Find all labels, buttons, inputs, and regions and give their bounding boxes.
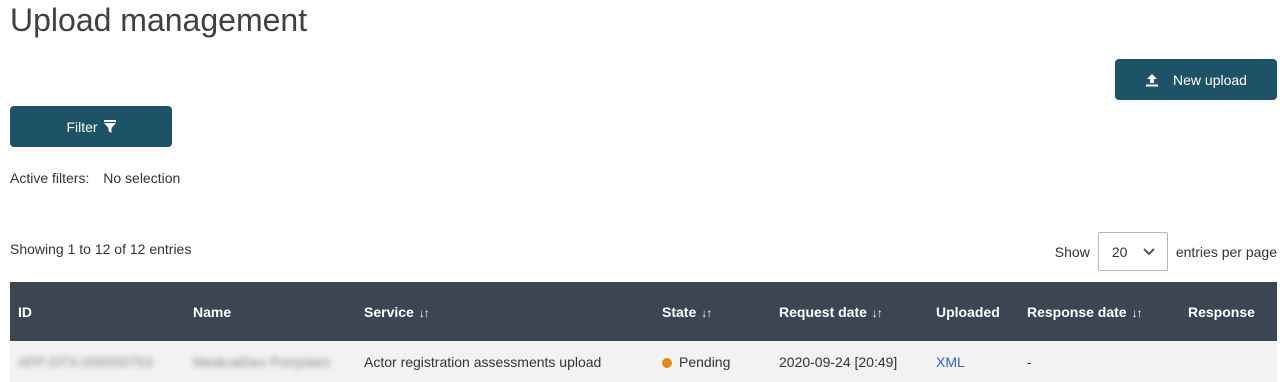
column-header-id: ID — [18, 303, 32, 320]
filter-button[interactable]: Filter — [10, 106, 172, 147]
cell-request-date: 2020-09-24 [20:49] — [779, 353, 898, 370]
active-filters: Active filters: No selection — [10, 170, 180, 186]
chevron-down-icon — [1143, 247, 1155, 255]
upload-icon — [1146, 73, 1159, 86]
column-header-state[interactable]: State ↓↑ — [654, 282, 771, 341]
cell-uploaded: XML — [928, 341, 1019, 382]
state-label: Pending — [679, 353, 731, 370]
cell-name: MedicalDev Portydam — [193, 353, 330, 370]
active-filters-label: Active filters: — [10, 170, 90, 186]
cell-service: Actor registration assessments upload — [364, 353, 602, 370]
column-header-request-date[interactable]: Request date ↓↑ — [771, 282, 928, 341]
column-header-response-date[interactable]: Response date ↓↑ — [1019, 282, 1180, 341]
entries-summary: Showing 1 to 12 of 12 entries — [10, 241, 192, 257]
page-size-value: 20 — [1111, 243, 1128, 260]
uploaded-xml-link[interactable]: XML — [936, 354, 965, 370]
column-header-service[interactable]: Service ↓↑ — [356, 282, 654, 341]
sort-icon[interactable]: ↓↑ — [701, 306, 712, 320]
table-row[interactable]: AFP-DTX-000000753 MedicalDev Portydam Ac… — [10, 341, 1277, 382]
page-title: Upload management — [10, 2, 308, 38]
page-size-control: Show 20 entries per page — [1055, 231, 1277, 272]
new-upload-label: New upload — [1173, 71, 1247, 88]
filter-icon — [103, 120, 116, 133]
cell-response-date: - — [1027, 353, 1032, 370]
column-header-uploaded: Uploaded — [936, 303, 1000, 320]
table-header-row: ID Name Service ↓↑ State ↓↑ Request date ↓↑… — [10, 282, 1277, 341]
sort-icon[interactable]: ↓↑ — [1132, 306, 1143, 320]
sort-icon[interactable]: ↓↑ — [872, 306, 883, 320]
new-upload-button[interactable]: New upload — [1115, 59, 1277, 100]
entries-per-page-label: entries per page — [1175, 243, 1277, 260]
page-size-select[interactable]: 20 — [1097, 232, 1168, 271]
filter-label: Filter — [66, 118, 98, 135]
column-header-response: Response — [1188, 303, 1255, 320]
column-header-name: Name — [193, 303, 232, 320]
cell-state: Pending — [654, 341, 771, 382]
cell-id: AFP-DTX-000000753 — [18, 353, 153, 370]
pending-status-dot-icon — [662, 357, 672, 368]
uploads-table: ID Name Service ↓↑ State ↓↑ Request date ↓↑… — [10, 282, 1277, 382]
sort-icon[interactable]: ↓↑ — [419, 306, 430, 320]
show-label: Show — [1054, 243, 1090, 260]
active-filters-value: No selection — [103, 170, 181, 186]
cell-response — [1180, 341, 1277, 382]
